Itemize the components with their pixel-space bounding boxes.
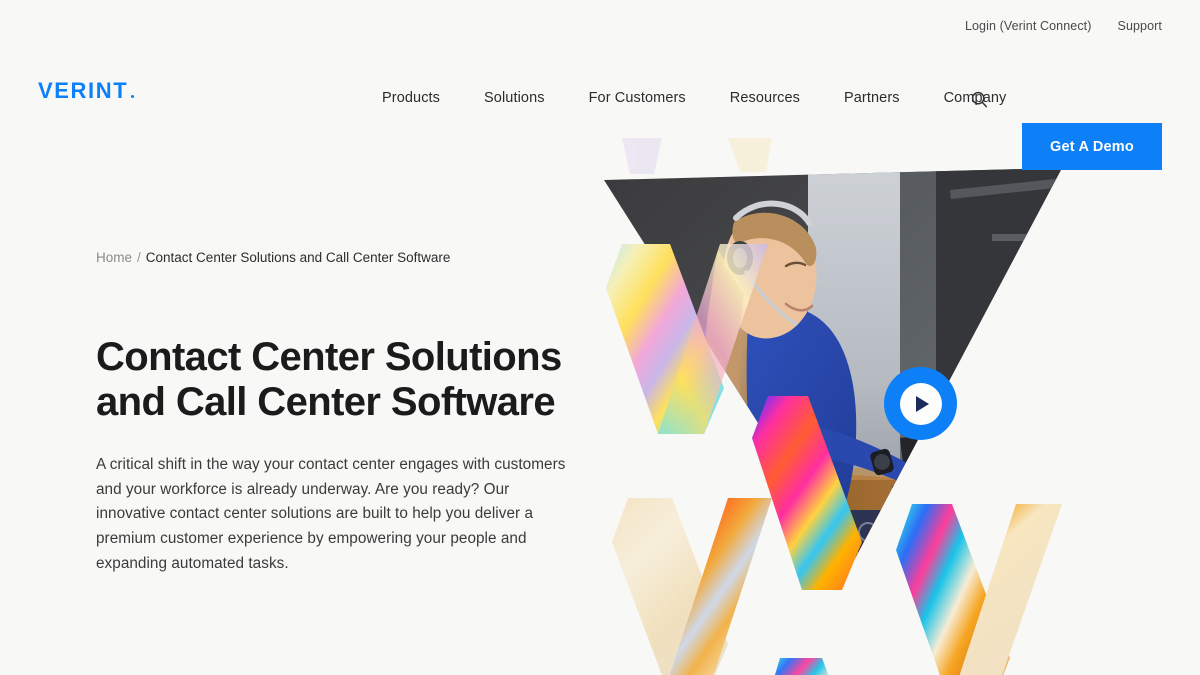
breadcrumb-home-link[interactable]: Home — [96, 250, 132, 265]
v-letter-spectrum — [896, 504, 1062, 675]
nav-item-solutions[interactable]: Solutions — [462, 84, 567, 112]
logo-wordmark: VERINT — [38, 78, 129, 103]
breadcrumb-current: Contact Center Solutions and Call Center… — [145, 250, 451, 265]
page-title: Contact Center Solutions and Call Center… — [96, 335, 562, 424]
breadcrumb-separator: / — [137, 250, 141, 265]
site-header: VERINT Products Solutions For Customers … — [0, 52, 1200, 170]
breadcrumb: Home / Contact Center Solutions and Call… — [96, 250, 596, 265]
nav-item-for-customers[interactable]: For Customers — [567, 84, 708, 112]
v-letter-cream — [612, 498, 772, 675]
utility-link-login[interactable]: Login (Verint Connect) — [965, 19, 1092, 33]
play-video-button[interactable] — [884, 367, 957, 440]
decor-sliver-group — [622, 138, 772, 174]
utility-bar: Login (Verint Connect) Support — [0, 0, 1200, 52]
hero-description: A critical shift in the way your contact… — [96, 455, 566, 573]
get-a-demo-button[interactable]: Get A Demo — [1022, 123, 1162, 170]
verint-logo[interactable]: VERINT — [38, 80, 134, 102]
utility-link-support[interactable]: Support — [1118, 19, 1162, 33]
hero-content: Home / Contact Center Solutions and Call… — [96, 250, 596, 577]
logo-period-icon — [130, 95, 134, 98]
nav-item-resources[interactable]: Resources — [708, 84, 822, 112]
v-letter-partial-bottom — [774, 658, 829, 675]
page-root: Login (Verint Connect) Support VERINT Pr… — [0, 0, 1200, 675]
main-navigation: Products Solutions For Customers Resourc… — [360, 84, 1028, 112]
play-icon — [916, 395, 929, 412]
nav-item-partners[interactable]: Partners — [822, 84, 922, 112]
nav-item-products[interactable]: Products — [360, 84, 462, 112]
search-icon[interactable] — [962, 82, 996, 116]
play-button-inner — [899, 382, 942, 425]
